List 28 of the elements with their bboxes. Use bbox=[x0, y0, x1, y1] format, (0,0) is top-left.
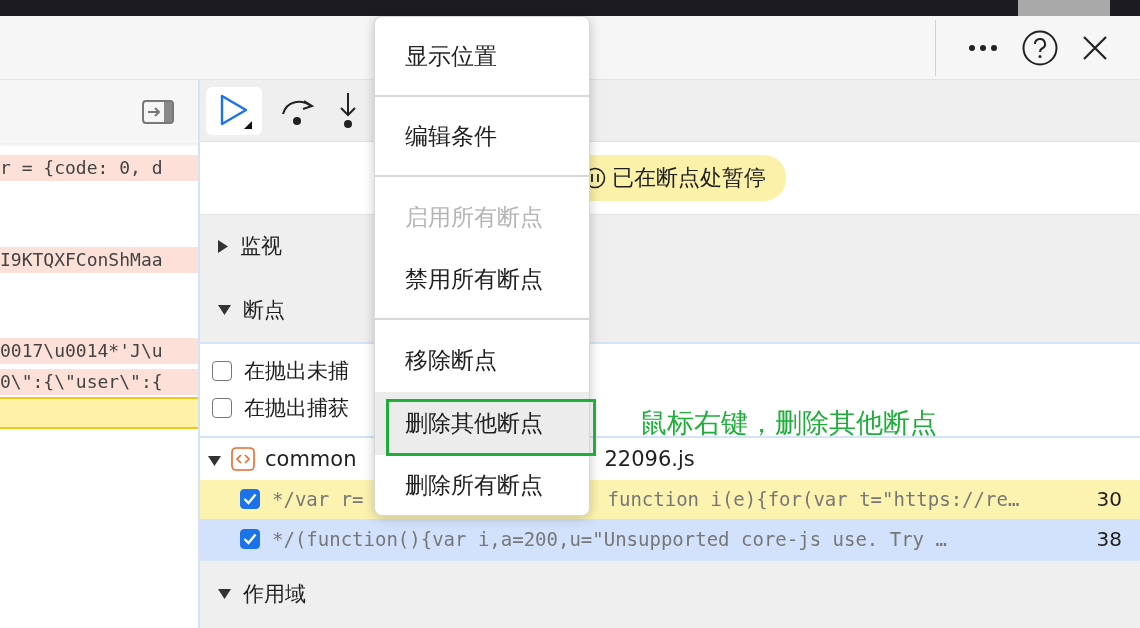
collapse-arrow-icon bbox=[218, 239, 228, 253]
source-file-icon bbox=[231, 446, 255, 471]
menu-item[interactable]: 显示位置 bbox=[375, 26, 589, 86]
line-number: 30 bbox=[1096, 487, 1122, 512]
resume-button[interactable] bbox=[206, 86, 262, 135]
expand-arrow-icon bbox=[218, 589, 231, 600]
section-header[interactable]: 作用域 bbox=[200, 558, 1140, 628]
expand-arrow-icon bbox=[218, 304, 231, 315]
checkbox[interactable] bbox=[240, 528, 260, 549]
checkbox[interactable] bbox=[240, 489, 260, 510]
option-label: 在抛出捕获 bbox=[244, 394, 349, 422]
close-icon[interactable] bbox=[1082, 34, 1108, 61]
annotation-text: 鼠标右键，删除其他断点 bbox=[640, 406, 937, 440]
more-icon[interactable] bbox=[968, 43, 998, 52]
checkbox[interactable] bbox=[212, 397, 232, 418]
checkbox[interactable] bbox=[212, 360, 232, 381]
breakpoint-code: */(function(){var i,a=200,u="Unsupported core-js use. Try … bbox=[272, 527, 947, 550]
expand-arrow-icon bbox=[208, 455, 221, 466]
file-name: common bbox=[265, 446, 357, 471]
breakpoint-row[interactable]: */(function(){var i,a=200,u="Unsupported core-js use. Try … 38 bbox=[200, 519, 1140, 559]
file-name: 22096.js bbox=[604, 446, 695, 471]
option-label: 在抛出未捕 bbox=[244, 357, 349, 385]
panel-toggle-icon[interactable] bbox=[142, 99, 174, 124]
breakpoint-code: */var r= bbox=[272, 488, 364, 511]
help-icon[interactable] bbox=[1022, 29, 1058, 66]
menu-item[interactable]: 删除其他断点 bbox=[375, 392, 589, 455]
breakpoint-code: function i(e){for(var t="https://re… bbox=[607, 488, 1020, 511]
line-number: 38 bbox=[1096, 526, 1122, 551]
